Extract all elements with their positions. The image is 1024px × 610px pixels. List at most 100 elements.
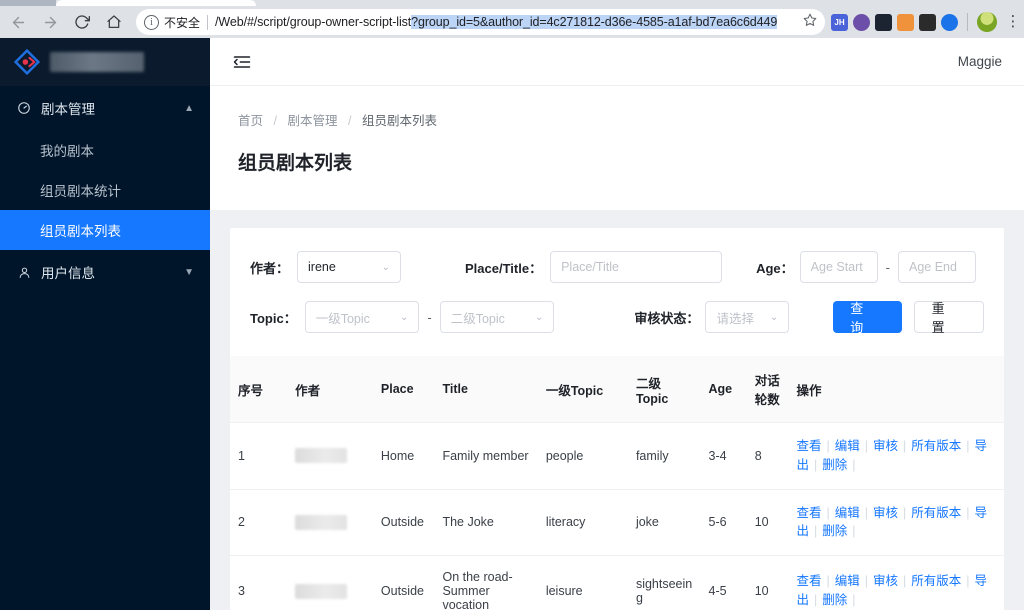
filter-row-1: 作者： irene ⌄ Place/Title： Place/Title Age…	[250, 250, 984, 284]
age-range-dash: -	[885, 259, 890, 275]
op-link-separator: |	[903, 574, 907, 589]
op-link-all-versions[interactable]: 所有版本	[911, 506, 961, 520]
sidebar-group-user-info[interactable]: 用户信息 ▼	[0, 250, 210, 294]
chevron-down-icon: ⌄	[400, 311, 409, 323]
op-link-review[interactable]: 审核	[873, 506, 898, 520]
forward-button[interactable]	[36, 8, 64, 36]
column-header-dialogue-turns: 对话 轮数	[746, 356, 789, 423]
cell-operations: 查看 | 编辑 | 审核 | 所有版本 | 导出 | 删除 |	[788, 489, 1004, 556]
op-link-delete[interactable]: 删除	[822, 524, 847, 538]
application-window: 剧本管理 ▲ 我的剧本 组员剧本统计 组员剧本列表 用户信息 ▼ Maggie …	[0, 38, 1024, 610]
purple-circle-extension-icon[interactable]	[853, 13, 870, 31]
breadcrumb-item-home[interactable]: 首页	[238, 114, 263, 128]
app-header: Maggie	[210, 38, 1024, 86]
sidebar-item-label: 我的剧本	[40, 144, 94, 159]
cell-operations: 查看 | 编辑 | 审核 | 所有版本 | 导出 | 删除 |	[788, 422, 1004, 490]
op-link-separator: |	[864, 439, 868, 453]
address-bar[interactable]: i 不安全 /Web/#/script/group-owner-script-l…	[136, 9, 825, 35]
table-row: 3 Outside On the road-Summer vocation leisu…	[230, 555, 1004, 610]
op-link-all-versions[interactable]: 所有版本	[911, 574, 961, 588]
menu-fold-icon[interactable]	[232, 52, 252, 72]
profile-avatar[interactable]	[977, 12, 997, 32]
topic-level1-select[interactable]: 一级Topic ⌄	[304, 301, 420, 333]
jh-extension-icon[interactable]: JH	[831, 13, 848, 31]
op-link-separator: |	[852, 593, 856, 607]
cell-author	[287, 422, 373, 490]
url-text[interactable]: /Web/#/script/group-owner-script-list?gr…	[215, 15, 799, 29]
back-button[interactable]	[4, 8, 32, 36]
column-header-place: Place	[372, 356, 435, 423]
user-icon	[16, 266, 32, 279]
cell-topic1: literacy	[537, 489, 628, 556]
column-header-author: 作者	[287, 356, 373, 423]
sidebar-item-my-scripts[interactable]: 我的剧本	[0, 130, 210, 170]
cell-index: 1	[230, 422, 288, 490]
author-select[interactable]: irene ⌄	[297, 251, 402, 283]
home-button[interactable]	[100, 8, 128, 36]
op-link-separator: |	[826, 574, 830, 589]
op-link-separator: |	[966, 574, 970, 589]
reload-button[interactable]	[68, 8, 96, 36]
age-end-input[interactable]: Age End	[898, 251, 976, 283]
info-circle-icon[interactable]: i	[144, 14, 159, 30]
sidebar: 剧本管理 ▲ 我的剧本 组员剧本统计 组员剧本列表 用户信息 ▼	[0, 38, 210, 610]
age-start-placeholder: Age Start	[810, 260, 863, 274]
cell-author	[287, 555, 373, 610]
author-filter-label: 作者：	[250, 260, 290, 276]
topic-level2-select[interactable]: 二级Topic ⌄	[439, 301, 555, 333]
cell-topic1: people	[537, 422, 628, 490]
sidebar-item-member-script-list[interactable]: 组员剧本列表	[0, 210, 210, 250]
age-start-input[interactable]: Age Start	[799, 251, 878, 283]
op-link-all-versions[interactable]: 所有版本	[911, 439, 961, 453]
op-link-edit[interactable]: 编辑	[835, 439, 860, 453]
breadcrumb-separator: /	[273, 114, 277, 128]
op-link-edit[interactable]: 编辑	[835, 574, 860, 588]
sidebar-group-script-management[interactable]: 剧本管理 ▲	[0, 86, 210, 130]
op-link-view[interactable]: 查看	[796, 506, 821, 520]
blue-share-extension-icon[interactable]	[941, 13, 958, 31]
op-link-separator: |	[813, 593, 818, 607]
review-status-select[interactable]: 请选择 ⌄	[705, 301, 790, 333]
place-title-input[interactable]: Place/Title	[550, 251, 723, 283]
bookmark-star-icon[interactable]	[803, 13, 817, 32]
op-link-delete[interactable]: 删除	[822, 593, 847, 607]
orange-grid-extension-icon[interactable]	[897, 13, 914, 31]
qr-code-extension-icon[interactable]	[919, 13, 936, 31]
op-link-edit[interactable]: 编辑	[835, 506, 860, 520]
author-select-value: irene	[308, 260, 336, 274]
browser-menu-icon[interactable]: ⋮	[1004, 14, 1022, 29]
browser-chrome: i 不安全 /Web/#/script/group-owner-script-l…	[0, 0, 1024, 38]
column-header-index: 序号	[230, 356, 288, 423]
cell-age: 4-5	[700, 555, 747, 610]
breadcrumb-item-script-management[interactable]: 剧本管理	[287, 114, 337, 128]
reset-button[interactable]: 重 置	[913, 301, 984, 335]
table-header-row: 序号 作者 Place Title 一级Topic 二级Topic Age 对话…	[230, 356, 1004, 423]
op-link-separator: |	[864, 574, 868, 589]
filter-row-2: Topic： 一级Topic ⌄ - 二级Topic ⌄ 审核状态： 请选择 ⌄	[250, 300, 984, 335]
header-username[interactable]: Maggie	[958, 54, 1002, 69]
topic-level2-placeholder: 二级Topic	[450, 311, 505, 326]
op-link-view[interactable]: 查看	[796, 574, 821, 588]
column-header-topic2: 二级Topic	[627, 356, 701, 423]
op-link-separator: |	[903, 505, 907, 520]
script-table-wrapper: 序号 作者 Place Title 一级Topic 二级Topic Age 对话…	[230, 356, 1004, 610]
op-link-review[interactable]: 审核	[873, 439, 898, 453]
sidebar-item-member-script-stats[interactable]: 组员剧本统计	[0, 170, 210, 210]
search-button[interactable]: 查 询	[833, 301, 902, 335]
dark-grid-extension-icon[interactable]	[875, 13, 892, 31]
cell-topic1: leisure	[537, 555, 628, 610]
breadcrumb: 首页 / 剧本管理 / 组员剧本列表	[238, 110, 996, 129]
sidebar-logo-row[interactable]	[0, 38, 210, 86]
security-status-label: 不安全	[164, 15, 201, 30]
author-redacted	[295, 448, 348, 464]
chevron-down-icon: ▼	[184, 266, 194, 278]
op-link-view[interactable]: 查看	[796, 439, 821, 453]
op-link-review[interactable]: 审核	[873, 574, 898, 588]
op-link-separator: |	[852, 524, 856, 539]
review-status-placeholder: 请选择	[716, 311, 754, 326]
topic-filter-label: Topic：	[250, 310, 297, 326]
page-title: 组员剧本列表	[238, 153, 353, 174]
filter-panel: 作者： irene ⌄ Place/Title： Place/Title Age…	[230, 228, 1004, 356]
op-link-delete[interactable]: 删除	[822, 458, 847, 472]
place-title-filter-label: Place/Title：	[465, 260, 543, 276]
